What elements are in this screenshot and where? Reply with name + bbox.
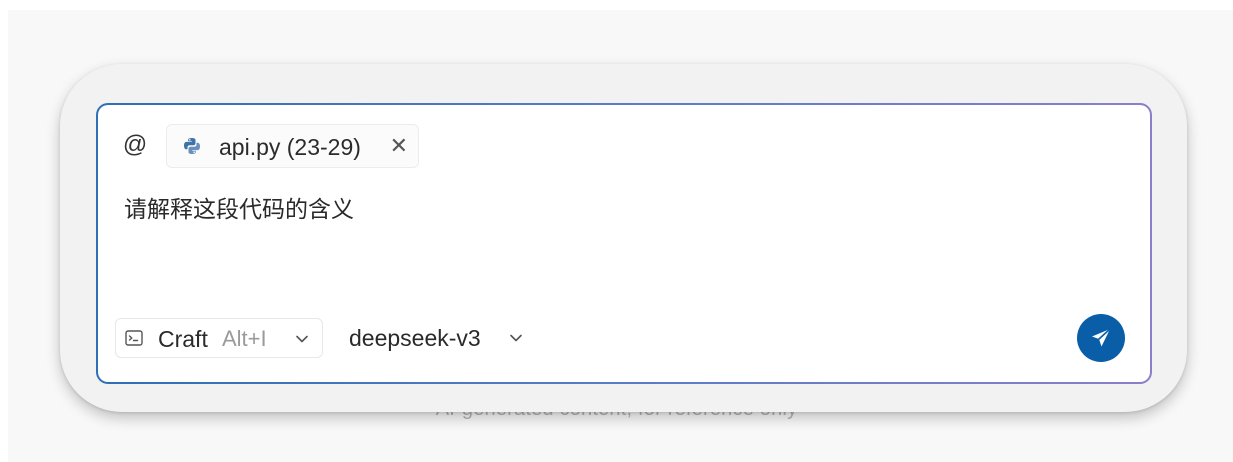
attachment-chip[interactable]: api.py (23-29) ✕ bbox=[166, 124, 419, 168]
prompt-input-text[interactable]: 请解释这段代码的含义 bbox=[124, 190, 354, 224]
left-strip bbox=[0, 0, 8, 462]
stage: AI-generated content, for reference only… bbox=[0, 0, 1233, 462]
attachment-label: api.py (23-29) bbox=[219, 134, 361, 160]
mode-label: Craft bbox=[158, 326, 208, 352]
mode-selector-button[interactable]: Craft Alt+I bbox=[115, 318, 323, 358]
python-icon bbox=[184, 138, 200, 154]
send-icon bbox=[1092, 328, 1111, 347]
send-button[interactable] bbox=[1077, 314, 1125, 362]
model-label: deepseek-v3 bbox=[349, 325, 481, 351]
mode-shortcut: Alt+I bbox=[222, 326, 267, 351]
mention-button[interactable]: @ bbox=[122, 130, 148, 160]
remove-attachment-button[interactable]: ✕ bbox=[390, 125, 408, 169]
chevron-down-icon bbox=[510, 334, 522, 342]
model-selector-button[interactable]: deepseek-v3 bbox=[349, 318, 539, 358]
chevron-down-icon bbox=[296, 335, 308, 343]
top-strip bbox=[0, 0, 1233, 10]
terminal-window-icon bbox=[125, 330, 143, 346]
